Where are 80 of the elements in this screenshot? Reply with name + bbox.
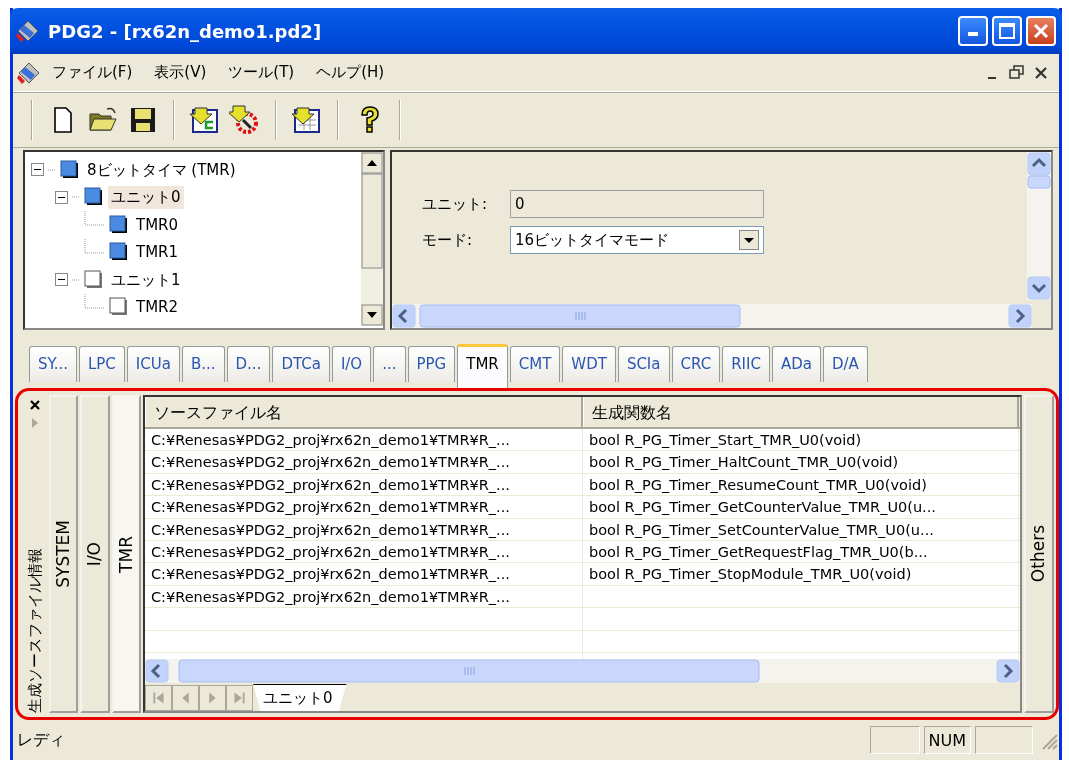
column-header[interactable]: ソースファイル名	[145, 397, 583, 427]
field-label: モード:	[422, 229, 474, 251]
status-text: レディ	[17, 729, 65, 751]
table-cell: bool R_PG_Timer_ResumeCount_TMR_U0(void)	[583, 473, 1019, 496]
scrollbar[interactable]	[361, 152, 383, 326]
side-tab[interactable]: I/O	[80, 395, 110, 713]
tab[interactable]: D...	[226, 346, 271, 382]
table-document-icon[interactable]	[291, 104, 323, 136]
tab[interactable]: RIIC	[722, 346, 770, 382]
scrollbar[interactable]	[145, 658, 1020, 683]
tab[interactable]: CMT	[509, 346, 561, 382]
status-indicator: NUM	[923, 726, 971, 754]
close-button[interactable]	[1026, 16, 1056, 46]
tab[interactable]: TMR	[457, 344, 508, 388]
minimize-icon	[968, 32, 978, 38]
table-cell: C:¥Renesas¥PDG2_proj¥rx62n_demo1¥TMR¥R_...	[145, 496, 583, 518]
tab[interactable]: I/O	[331, 346, 372, 382]
table-cell: C:¥Renesas¥PDG2_proj¥rx62n_demo1¥TMR¥R_...	[145, 540, 583, 563]
tab[interactable]: ...	[373, 346, 406, 382]
tree-item[interactable]: TMR0	[133, 213, 182, 236]
scrollbar[interactable]	[392, 304, 1032, 328]
dropdown[interactable]: 16ビットタイマモード	[510, 226, 764, 254]
sheet-tab[interactable]: ユニット0	[253, 683, 347, 711]
tree-item[interactable]: ユニット0	[108, 186, 184, 209]
tree-item[interactable]: 8ビットタイマ (TMR)	[84, 158, 239, 181]
table-cell: bool R_PG_Timer_SetCounterValue_TMR_U0(u...	[583, 518, 1019, 540]
tab[interactable]: SCIa	[617, 346, 670, 382]
app-icon	[16, 19, 40, 43]
caret-icon	[739, 230, 759, 250]
table-cell: C:¥Renesas¥PDG2_proj¥rx62n_demo1¥TMR¥R_...	[145, 585, 583, 608]
build-gear-icon[interactable]	[229, 104, 261, 136]
table-cell: bool R_PG_Timer_GetRequestFlag_TMR_U0(b...	[583, 540, 1019, 563]
menu-item[interactable]: 表示(V)	[143, 57, 218, 88]
close-icon	[1033, 23, 1049, 39]
field-label: ユニット:	[422, 193, 489, 215]
menu-item[interactable]: ヘルプ(H)	[305, 57, 396, 88]
tree-line	[48, 168, 56, 171]
status-panel	[975, 726, 1033, 754]
close-icon[interactable]	[29, 399, 42, 411]
table-cell: C:¥Renesas¥PDG2_proj¥rx62n_demo1¥TMR¥R_...	[145, 473, 583, 496]
tab[interactable]: ADa	[771, 346, 821, 382]
tab[interactable]: PPG	[407, 346, 456, 382]
table-cell: bool R_PG_Timer_HaltCount_TMR_U0(void)	[583, 451, 1019, 473]
scrollbar[interactable]	[1027, 152, 1051, 300]
tree-line	[72, 196, 80, 199]
collapse-icon[interactable]	[55, 190, 68, 204]
table-cell: C:¥Renesas¥PDG2_proj¥rx62n_demo1¥TMR¥R_...	[145, 518, 583, 540]
maximize-button[interactable]	[992, 16, 1022, 46]
window-title: PDG2 - [rx62n_demo1.pd2]	[48, 19, 322, 44]
table-cell: bool R_PG_Timer_Start_TMR_U0(void)	[583, 429, 1019, 451]
menu-item[interactable]: ファイル(F)	[41, 57, 144, 88]
table-cell: C:¥Renesas¥PDG2_proj¥rx62n_demo1¥TMR¥R_...	[145, 451, 583, 473]
maximize-icon	[999, 23, 1015, 39]
tree-item[interactable]: TMR2	[133, 296, 182, 319]
collapse-icon[interactable]	[31, 163, 44, 177]
side-tab[interactable]: TMR	[111, 395, 141, 713]
column-header[interactable]: 生成関数名	[583, 397, 1019, 427]
collapse-icon[interactable]	[55, 273, 68, 287]
tree-item[interactable]: TMR1	[133, 241, 182, 264]
tab[interactable]: ICUa	[126, 346, 180, 382]
tab[interactable]: WDT	[562, 346, 616, 382]
tab[interactable]: DTCa	[272, 346, 330, 382]
menu-item[interactable]: ツール(T)	[217, 57, 306, 88]
side-tab[interactable]: Others	[1024, 395, 1054, 713]
side-tab[interactable]: SYSTEM	[48, 395, 78, 713]
tab[interactable]: SY...	[29, 346, 77, 382]
generate-code-icon[interactable]	[189, 104, 221, 136]
table-cell: C:¥Renesas¥PDG2_proj¥rx62n_demo1¥TMR¥R_...	[145, 563, 583, 585]
tree-item[interactable]: ユニット1	[108, 268, 184, 291]
table-cell: bool R_PG_Timer_GetCounterValue_TMR_U0(u...	[583, 496, 1019, 518]
tree-line	[72, 278, 80, 281]
status-panel	[869, 726, 920, 754]
tab[interactable]: LPC	[78, 346, 125, 382]
table-cell: C:¥Renesas¥PDG2_proj¥rx62n_demo1¥TMR¥R_...	[145, 429, 583, 451]
minimize-button[interactable]	[958, 16, 988, 46]
table-cell: bool R_PG_Timer_StopModule_TMR_U0(void)	[583, 563, 1019, 585]
tab[interactable]: B...	[181, 346, 225, 382]
tab[interactable]: D/A	[822, 346, 868, 382]
panel-title: 生成ソースファイル情報	[25, 548, 45, 713]
tab[interactable]: CRC	[671, 346, 721, 382]
